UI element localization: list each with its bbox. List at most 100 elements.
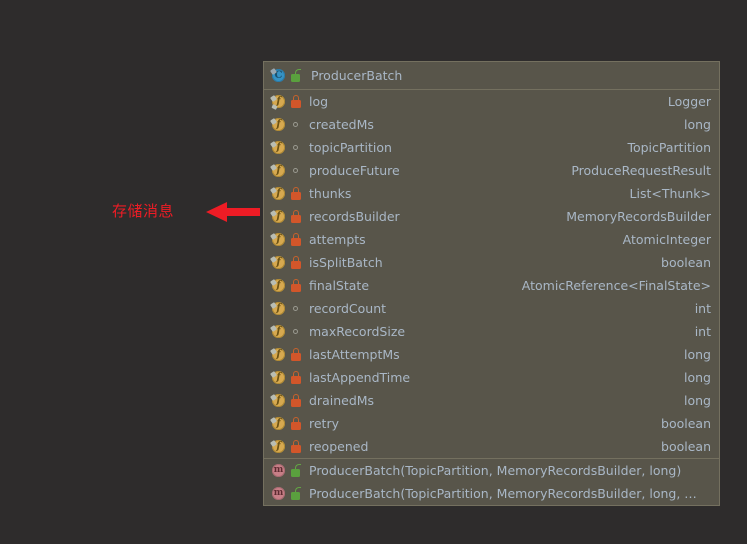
left-arrow-icon: [205, 199, 261, 229]
field-icon: f: [270, 209, 286, 224]
field-row[interactable]: f createdMs long: [264, 113, 719, 136]
field-row[interactable]: f finalState AtomicReference<FinalState>: [264, 274, 719, 297]
lock-icon: [291, 417, 302, 430]
class-name: ProducerBatch: [311, 68, 403, 83]
member-type: Logger: [667, 94, 711, 109]
member-icons: f: [270, 439, 306, 454]
class-structure-popup[interactable]: C ProducerBatch f log Logger f createdMs long…: [263, 61, 720, 506]
member-icons: f: [270, 278, 306, 293]
member-name: drainedMs: [309, 393, 375, 408]
class-header-row[interactable]: C ProducerBatch: [264, 62, 719, 89]
member-icons: f: [270, 347, 306, 362]
member-name: produceFuture: [309, 163, 400, 178]
member-type: boolean: [661, 255, 711, 270]
member-type: long: [684, 117, 711, 132]
member-icons: f: [270, 393, 306, 408]
lock-icon: [291, 371, 302, 384]
member-name: ProducerBatch(TopicPartition, MemoryReco…: [309, 486, 697, 501]
field-icon: f: [270, 140, 286, 155]
member-icons: f: [270, 324, 306, 339]
lock-icon: [291, 348, 302, 361]
member-icons: f: [270, 301, 306, 316]
member-icons: f: [270, 416, 306, 431]
field-icon: f: [270, 324, 286, 339]
field-row[interactable]: f attempts AtomicInteger: [264, 228, 719, 251]
lock-icon: [291, 440, 302, 453]
field-row[interactable]: f reopened boolean: [264, 435, 719, 458]
method-row[interactable]: m ProducerBatch(TopicPartition, MemoryRec…: [264, 459, 719, 482]
field-row[interactable]: f thunks List<Thunk>: [264, 182, 719, 205]
member-type: int: [694, 301, 711, 316]
member-icons: f: [270, 186, 306, 201]
field-row[interactable]: f maxRecordSize int: [264, 320, 719, 343]
member-type: AtomicInteger: [622, 232, 711, 247]
class-header-section: C ProducerBatch: [264, 62, 719, 89]
lock-icon: [291, 233, 302, 246]
member-icons: f: [270, 163, 306, 178]
package-private-icon: [291, 302, 302, 315]
unlock-icon: [291, 69, 302, 82]
field-icon: f: [270, 117, 286, 132]
member-type: int: [694, 324, 711, 339]
field-icon: f: [270, 163, 286, 178]
member-type: long: [684, 370, 711, 385]
member-type: boolean: [661, 439, 711, 454]
member-type: ProduceRequestResult: [571, 163, 711, 178]
lock-icon: [291, 394, 302, 407]
fields-section: f log Logger f createdMs long f topicPartition T…: [264, 89, 719, 458]
member-name: attempts: [309, 232, 366, 247]
member-name: createdMs: [309, 117, 374, 132]
field-row[interactable]: f recordsBuilder MemoryRecordsBuilder: [264, 205, 719, 228]
field-icon: f: [270, 416, 286, 431]
field-row[interactable]: f drainedMs long: [264, 389, 719, 412]
field-icon: f: [270, 393, 286, 408]
field-row[interactable]: f topicPartition TopicPartition: [264, 136, 719, 159]
field-row[interactable]: f lastAttemptMs long: [264, 343, 719, 366]
package-private-icon: [291, 141, 302, 154]
member-type: AtomicReference<FinalState>: [521, 278, 711, 293]
field-row[interactable]: f log Logger: [264, 90, 719, 113]
member-type: long: [684, 347, 711, 362]
field-icon: f: [270, 255, 286, 270]
member-icons: m: [271, 486, 306, 501]
method-icon: m: [272, 487, 285, 500]
field-row[interactable]: f lastAppendTime long: [264, 366, 719, 389]
field-row[interactable]: f retry boolean: [264, 412, 719, 435]
member-icons: f: [270, 232, 306, 247]
unlock-icon: [291, 487, 302, 500]
unlock-icon: [291, 464, 302, 477]
member-icons: m: [271, 463, 306, 478]
field-icon: f: [270, 370, 286, 385]
member-icons: f: [270, 94, 306, 110]
member-name: isSplitBatch: [309, 255, 383, 270]
field-row[interactable]: f recordCount int: [264, 297, 719, 320]
member-type: TopicPartition: [627, 140, 711, 155]
member-name: recordsBuilder: [309, 209, 400, 224]
field-icon: f: [270, 301, 286, 316]
lock-icon: [291, 210, 302, 223]
field-icon: f: [270, 278, 286, 293]
field-icon: f: [270, 186, 286, 201]
field-icon: f: [270, 439, 286, 454]
member-name: reopened: [309, 439, 369, 454]
method-row[interactable]: m ProducerBatch(TopicPartition, MemoryRec…: [264, 482, 719, 505]
member-name: lastAttemptMs: [309, 347, 400, 362]
field-row[interactable]: f isSplitBatch boolean: [264, 251, 719, 274]
field-icon: f: [270, 347, 286, 362]
class-icon: C: [270, 68, 286, 83]
member-name: lastAppendTime: [309, 370, 411, 385]
member-icons: f: [270, 370, 306, 385]
member-name: retry: [309, 416, 339, 431]
member-type: MemoryRecordsBuilder: [566, 209, 711, 224]
member-name: finalState: [309, 278, 370, 293]
lock-icon: [291, 256, 302, 269]
lock-icon: [291, 187, 302, 200]
field-row[interactable]: f produceFuture ProduceRequestResult: [264, 159, 719, 182]
member-name: maxRecordSize: [309, 324, 406, 339]
lock-icon: [291, 95, 302, 108]
lock-icon: [291, 279, 302, 292]
package-private-icon: [291, 118, 302, 131]
member-icons: f: [270, 209, 306, 224]
field-icon: f: [270, 232, 286, 247]
member-icons: f: [270, 140, 306, 155]
